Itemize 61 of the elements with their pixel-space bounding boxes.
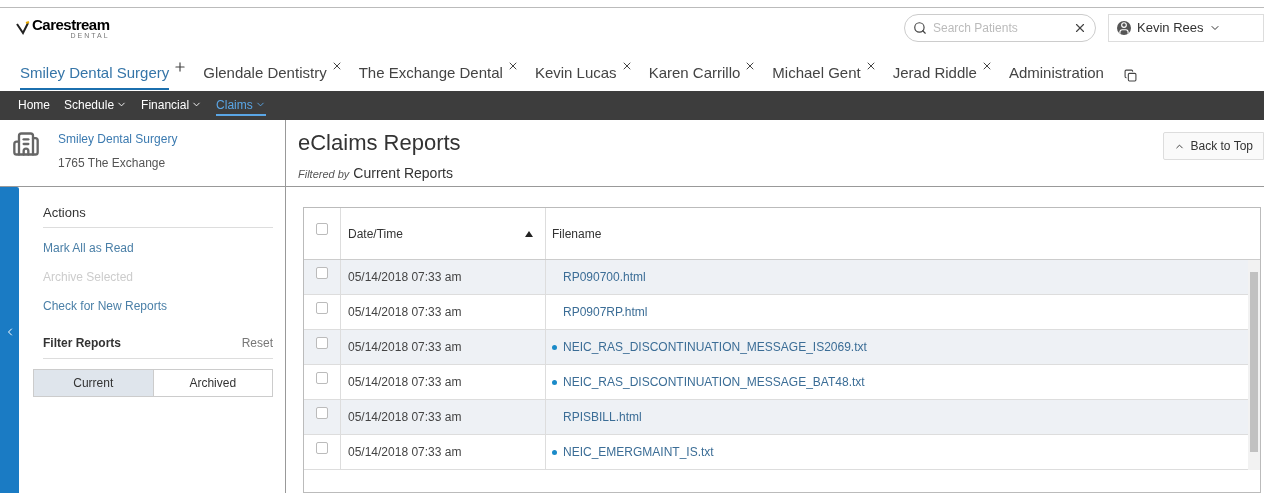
table-row[interactable]: 05/14/2018 07:33 am RP0907RP.html xyxy=(304,295,1248,330)
table-row[interactable]: 05/14/2018 07:33 am NEIC_RAS_DISCONTINUATION_MESSAGE_IS2069.txt xyxy=(304,330,1248,365)
filename-link[interactable]: NEIC_RAS_DISCONTINUATION_MESSAGE_BAT48.txt xyxy=(563,373,865,391)
table-row[interactable]: 05/14/2018 07:33 am NEIC_EMERGMAINT_IS.txt xyxy=(304,435,1248,470)
tab[interactable]: Michael Gent xyxy=(772,61,861,90)
tab[interactable]: Karen Carrillo xyxy=(648,61,741,90)
tab[interactable]: Kevin Lucas xyxy=(534,61,617,90)
back-to-top-button[interactable]: Back to Top xyxy=(1162,132,1264,160)
date-cell-text: 05/14/2018 07:33 am xyxy=(348,339,462,356)
filename-link[interactable]: NEIC_EMERGMAINT_IS.txt xyxy=(563,443,714,461)
scrollbar[interactable] xyxy=(1248,260,1260,470)
table-row[interactable]: 05/14/2018 07:33 am RPISBILL.html xyxy=(304,400,1248,435)
tab[interactable]: Glendale Dentistry xyxy=(203,61,327,90)
date-cell-text: 05/14/2018 07:33 am xyxy=(348,304,462,321)
date-cell-text: 05/14/2018 07:33 am xyxy=(348,444,462,461)
logo-mark-icon xyxy=(16,20,30,35)
date-cell-text: 05/14/2018 07:33 am xyxy=(348,269,462,286)
practice-address: 1765 The Exchange xyxy=(58,155,167,172)
user-menu-button[interactable]: Kevin Rees xyxy=(1108,13,1264,42)
building-icon xyxy=(12,130,40,158)
page-title: eClaims Reports xyxy=(298,129,461,157)
table-row[interactable]: 05/14/2018 07:33 am NEIC_RAS_DISCONTINUATION_MESSAGE_BAT48.txt xyxy=(304,365,1248,400)
reset-link[interactable]: Reset xyxy=(241,333,273,352)
tab[interactable]: The Exchange Dental xyxy=(358,61,503,90)
section-heading: Actions xyxy=(43,203,273,228)
filename-link[interactable]: RP0907RP.html xyxy=(563,303,648,321)
search-field[interactable]: Search Patients xyxy=(933,18,1067,37)
date-cell-text: 05/14/2018 07:33 am xyxy=(348,409,462,426)
search-icon xyxy=(913,20,927,35)
action-link[interactable]: Check for New Reports xyxy=(43,296,273,315)
action-link[interactable]: Mark All as Read xyxy=(43,238,273,257)
row-checkbox[interactable] xyxy=(316,372,328,384)
row-checkbox[interactable] xyxy=(316,407,328,419)
user-icon xyxy=(1117,20,1131,35)
filter-toggle[interactable]: Current xyxy=(34,369,153,396)
filename-link[interactable]: NEIC_RAS_DISCONTINUATION_MESSAGE_IS2069.txt xyxy=(563,338,867,356)
filter-label: Filtered by xyxy=(298,167,350,182)
add-icon[interactable] xyxy=(173,59,188,74)
section-heading: Filter Reports xyxy=(43,334,121,352)
column-header[interactable]: Date/Time xyxy=(348,224,403,243)
nav-menu-item[interactable]: Schedule xyxy=(64,95,128,116)
table-row[interactable]: 05/14/2018 07:33 am RP090700.html xyxy=(304,260,1248,295)
date-cell-text: 05/14/2018 07:33 am xyxy=(348,374,462,391)
tab[interactable]: Jerad Riddle xyxy=(892,61,977,90)
row-checkbox[interactable] xyxy=(316,337,328,349)
nav-menu-item[interactable]: Home xyxy=(18,95,50,116)
row-checkbox[interactable] xyxy=(316,442,328,454)
collapse-handle[interactable] xyxy=(0,187,19,493)
row-checkbox[interactable] xyxy=(316,267,328,279)
practice-name[interactable]: Smiley Dental Surgery xyxy=(58,130,178,148)
select-all-checkbox[interactable] xyxy=(316,222,328,235)
nav-menu-item[interactable]: Claims xyxy=(216,95,266,116)
filename-link[interactable]: RPISBILL.html xyxy=(563,408,642,426)
brand-name: Carestream xyxy=(32,16,110,32)
nav-menu-item[interactable]: Financial xyxy=(141,95,203,116)
filter-value: Current Reports xyxy=(353,164,453,183)
row-checkbox[interactable] xyxy=(316,302,328,314)
tab[interactable]: Administration xyxy=(1008,61,1104,90)
filename-link[interactable]: RP090700.html xyxy=(563,268,646,286)
column-header[interactable]: Filename xyxy=(552,224,602,243)
windows-icon[interactable] xyxy=(1123,69,1137,82)
